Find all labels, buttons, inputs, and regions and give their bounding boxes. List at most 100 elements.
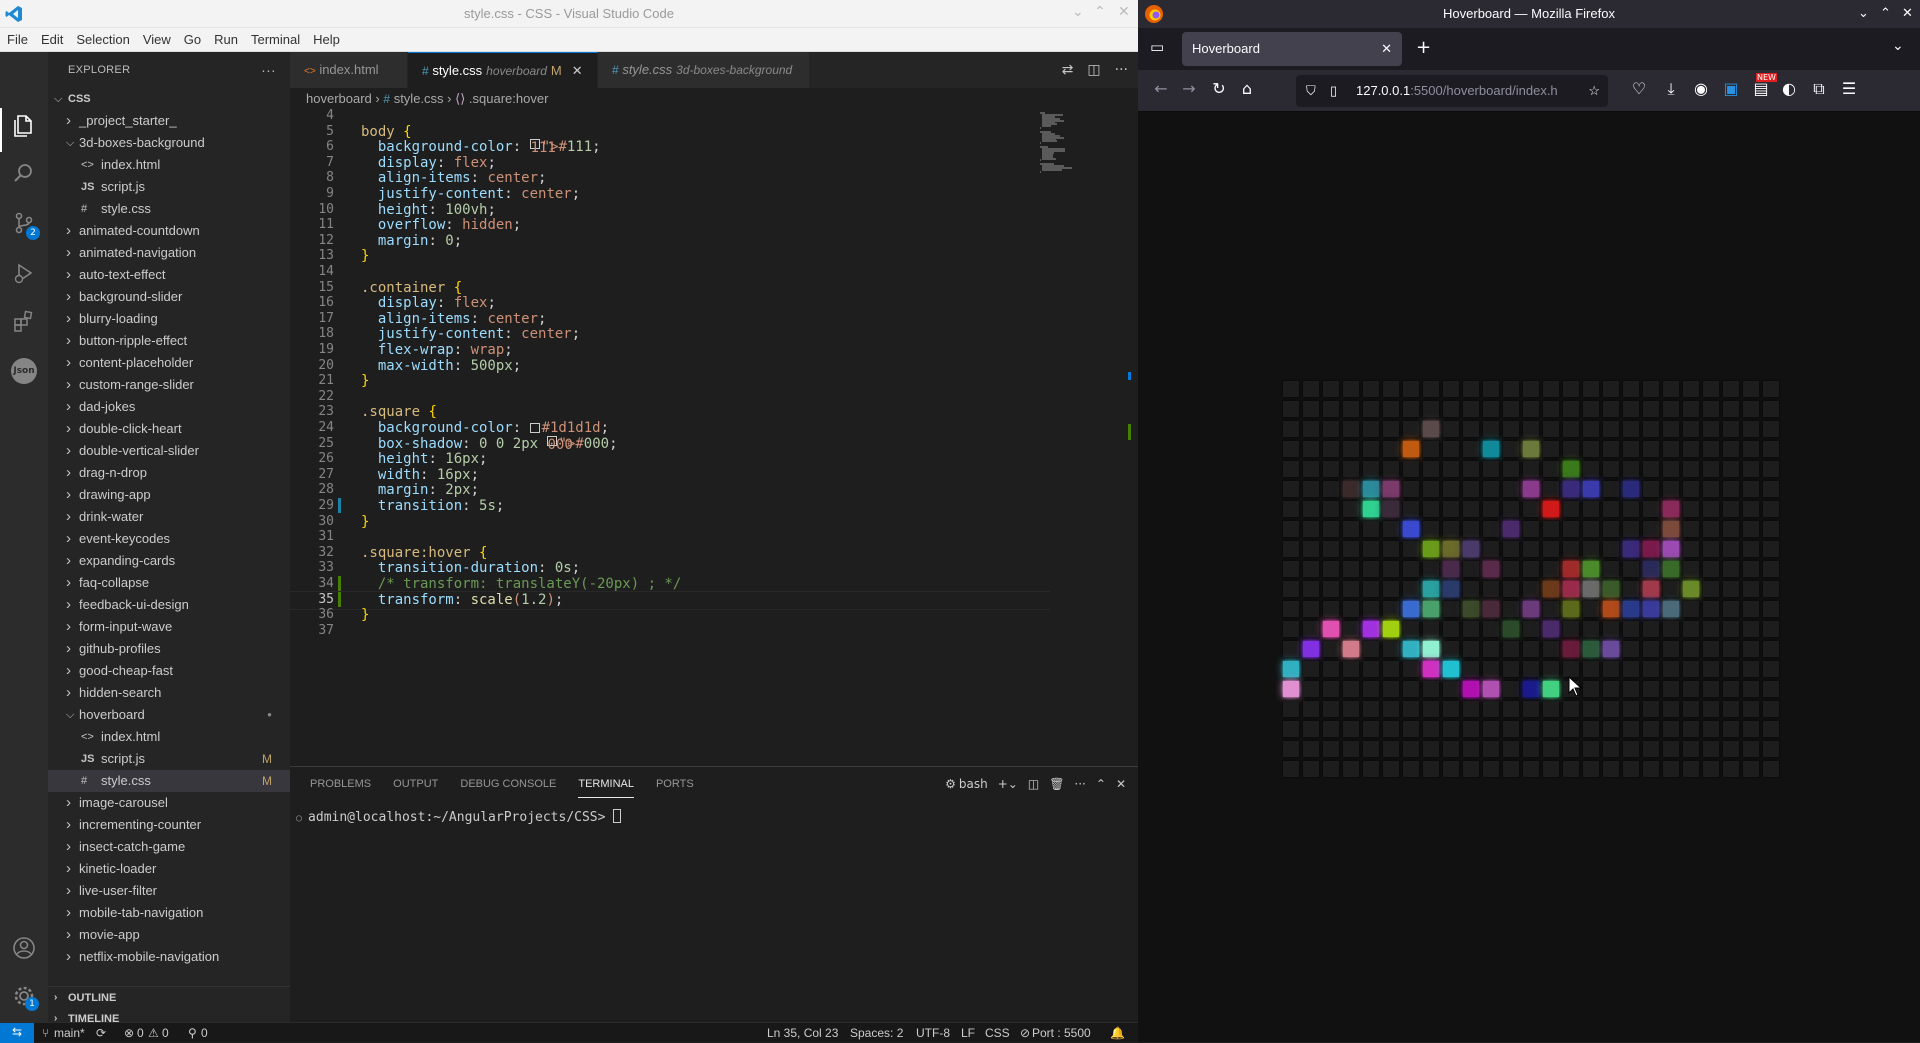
square[interactable] (1423, 661, 1439, 677)
square[interactable] (1583, 541, 1599, 557)
square[interactable] (1763, 641, 1779, 657)
more-actions-icon[interactable]: ··· (1115, 62, 1128, 78)
save-icon[interactable]: ▣ (1720, 79, 1742, 98)
end-of-line[interactable]: LF (961, 1026, 975, 1040)
square[interactable] (1723, 421, 1739, 437)
square[interactable] (1763, 621, 1779, 637)
maximize-icon[interactable]: ⌃ (1880, 5, 1891, 21)
square[interactable] (1523, 721, 1539, 737)
square[interactable] (1503, 461, 1519, 477)
square[interactable] (1663, 581, 1679, 597)
square[interactable] (1763, 601, 1779, 617)
square[interactable] (1403, 661, 1419, 677)
square[interactable] (1403, 601, 1419, 617)
square[interactable] (1543, 581, 1559, 597)
folder-item[interactable]: › event-keycodes (48, 528, 290, 550)
code-line[interactable]: align-items: center; (361, 311, 547, 327)
square[interactable] (1563, 441, 1579, 457)
square[interactable] (1363, 521, 1379, 537)
tab-index-html[interactable]: <> index.html (290, 52, 408, 88)
square[interactable] (1523, 401, 1539, 417)
square[interactable] (1743, 741, 1759, 757)
square[interactable] (1543, 681, 1559, 697)
square[interactable] (1503, 501, 1519, 517)
square[interactable] (1423, 541, 1439, 557)
square[interactable] (1563, 401, 1579, 417)
square[interactable] (1683, 421, 1699, 437)
settings-gear-icon[interactable]: 1 (12, 984, 39, 1011)
bookmark-star-icon[interactable]: ☆ (1584, 75, 1600, 107)
square[interactable] (1503, 621, 1519, 637)
square[interactable] (1303, 421, 1319, 437)
extension-icon[interactable]: ◐ (1778, 79, 1800, 98)
close-panel-icon[interactable]: ✕ (1116, 777, 1126, 791)
square[interactable] (1583, 621, 1599, 637)
square[interactable] (1763, 581, 1779, 597)
square[interactable] (1643, 421, 1659, 437)
square[interactable] (1563, 661, 1579, 677)
square[interactable] (1563, 381, 1579, 397)
folder-item[interactable]: › blurry-loading (48, 308, 290, 330)
square[interactable] (1603, 561, 1619, 577)
square[interactable] (1503, 381, 1519, 397)
tab-overview-icon[interactable]: ▭ (1150, 38, 1164, 56)
square[interactable] (1583, 741, 1599, 757)
square[interactable] (1523, 461, 1539, 477)
square[interactable] (1323, 581, 1339, 597)
square[interactable] (1423, 741, 1439, 757)
code-line[interactable]: transition-duration: 0s; (361, 560, 580, 576)
folder-item[interactable]: › netflix-mobile-navigation (48, 946, 290, 968)
square[interactable] (1723, 521, 1739, 537)
square[interactable] (1463, 721, 1479, 737)
breadcrumb-file[interactable]: style.css (394, 91, 444, 106)
root-folder[interactable]: ⌵ CSS (48, 88, 290, 110)
square[interactable] (1583, 761, 1599, 777)
square[interactable] (1643, 501, 1659, 517)
square[interactable] (1483, 741, 1499, 757)
square[interactable] (1583, 561, 1599, 577)
square[interactable] (1383, 601, 1399, 617)
square[interactable] (1663, 541, 1679, 557)
square[interactable] (1383, 741, 1399, 757)
square[interactable] (1623, 541, 1639, 557)
square[interactable] (1343, 541, 1359, 557)
square[interactable] (1703, 421, 1719, 437)
code-line[interactable]: } (361, 514, 369, 530)
square[interactable] (1403, 541, 1419, 557)
folder-item[interactable]: › good-cheap-fast (48, 660, 290, 682)
square[interactable] (1603, 721, 1619, 737)
square[interactable] (1583, 641, 1599, 657)
square[interactable] (1703, 721, 1719, 737)
square[interactable] (1743, 461, 1759, 477)
square[interactable] (1383, 501, 1399, 517)
square[interactable] (1483, 621, 1499, 637)
tab-style-css-hoverboard[interactable]: # style.css hoverboard M ✕ (408, 52, 598, 88)
square[interactable] (1663, 521, 1679, 537)
square[interactable] (1683, 681, 1699, 697)
square[interactable] (1663, 641, 1679, 657)
open-changes-icon[interactable]: ⇄ (1062, 62, 1074, 78)
square[interactable] (1523, 601, 1539, 617)
tab-terminal[interactable]: TERMINAL (578, 778, 634, 798)
square[interactable] (1423, 381, 1439, 397)
square[interactable] (1303, 621, 1319, 637)
notifications-bell-icon[interactable]: 🔔 (1110, 1026, 1125, 1040)
square[interactable] (1303, 381, 1319, 397)
square[interactable] (1643, 721, 1659, 737)
square[interactable] (1683, 561, 1699, 577)
square[interactable] (1703, 641, 1719, 657)
square[interactable] (1663, 701, 1679, 717)
square[interactable] (1323, 641, 1339, 657)
square[interactable] (1443, 601, 1459, 617)
square[interactable] (1643, 401, 1659, 417)
square[interactable] (1423, 641, 1439, 657)
square[interactable] (1763, 501, 1779, 517)
square[interactable] (1683, 581, 1699, 597)
square[interactable] (1343, 681, 1359, 697)
square[interactable] (1323, 621, 1339, 637)
square[interactable] (1463, 761, 1479, 777)
square[interactable] (1603, 441, 1619, 457)
square[interactable] (1643, 541, 1659, 557)
square[interactable] (1483, 501, 1499, 517)
square[interactable] (1303, 601, 1319, 617)
